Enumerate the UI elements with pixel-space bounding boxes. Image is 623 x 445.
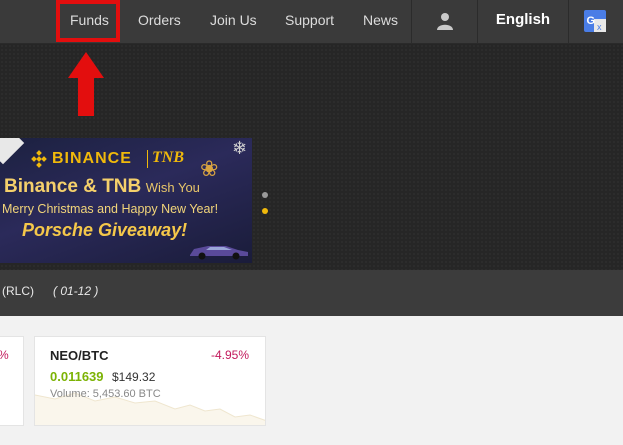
card-change: -4.95% bbox=[210, 348, 249, 362]
language-selector[interactable]: English bbox=[479, 0, 567, 44]
carousel-dot[interactable] bbox=[262, 192, 268, 198]
nav-orders[interactable]: Orders bbox=[138, 0, 181, 44]
card-fiat-price: $149.32 bbox=[112, 370, 156, 384]
strip-item-date[interactable]: ( 01-12 ) bbox=[53, 284, 98, 298]
market-card-partial[interactable]: % bbox=[0, 336, 24, 426]
nav-support[interactable]: Support bbox=[285, 0, 334, 44]
binance-logo-icon bbox=[31, 150, 47, 168]
red-arrow-annotation bbox=[68, 52, 104, 116]
card-price: 0.011639 bbox=[50, 369, 104, 384]
banner-corner-ribbon bbox=[0, 138, 25, 165]
top-nav: Funds Orders Join Us Support News Englis… bbox=[0, 0, 623, 44]
market-card-neo-btc[interactable]: NEO/BTC -4.95% 0.011639 $149.32 Volume: … bbox=[34, 336, 266, 426]
card-volume: Volume: 5,453.60 BTC bbox=[50, 388, 161, 400]
card-change: % bbox=[0, 348, 9, 362]
nav-divider bbox=[568, 0, 569, 44]
hero-carousel: BINANCE TNB ❀ ❄ Binance & TNB Wish You M… bbox=[0, 44, 623, 270]
market-cards: % NEO/BTC -4.95% 0.011639 $149.32 Volume… bbox=[0, 316, 623, 445]
strip-item-rlc[interactable]: (RLC) bbox=[2, 284, 34, 298]
banner-brand: BINANCE bbox=[52, 150, 132, 167]
announcement-strip: (RLC) ( 01-12 ) bbox=[0, 270, 623, 316]
banner-giveaway: Porsche Giveaway! bbox=[22, 220, 188, 240]
banner-headline-main: Binance & TNB bbox=[4, 176, 142, 197]
banner-partner: TNB bbox=[152, 149, 184, 166]
banner-brand-divider bbox=[147, 150, 148, 168]
banner-greeting: Merry Christmas and Happy New Year! bbox=[2, 202, 219, 216]
funds-highlight-box bbox=[56, 0, 120, 42]
google-translate-icon[interactable]: G x bbox=[584, 10, 606, 32]
nav-divider bbox=[477, 0, 478, 44]
banner-headline-sub: Wish You bbox=[145, 180, 200, 195]
nav-divider bbox=[411, 0, 412, 44]
car-icon bbox=[190, 246, 248, 260]
promo-banner[interactable]: BINANCE TNB ❀ ❄ Binance & TNB Wish You M… bbox=[0, 138, 252, 263]
carousel-dot-active[interactable] bbox=[262, 208, 268, 214]
card-pair: NEO/BTC bbox=[50, 348, 109, 363]
snowflake-icon: ❄ bbox=[232, 138, 248, 158]
nav-news[interactable]: News bbox=[363, 0, 398, 44]
banner-headline: Binance & TNB Wish You bbox=[4, 176, 200, 198]
user-icon[interactable] bbox=[436, 12, 454, 30]
svg-text:x: x bbox=[597, 22, 602, 32]
nav-join-us[interactable]: Join Us bbox=[210, 0, 257, 44]
reindeer-icon: ❀ bbox=[200, 156, 219, 181]
svg-text:G: G bbox=[587, 15, 596, 27]
